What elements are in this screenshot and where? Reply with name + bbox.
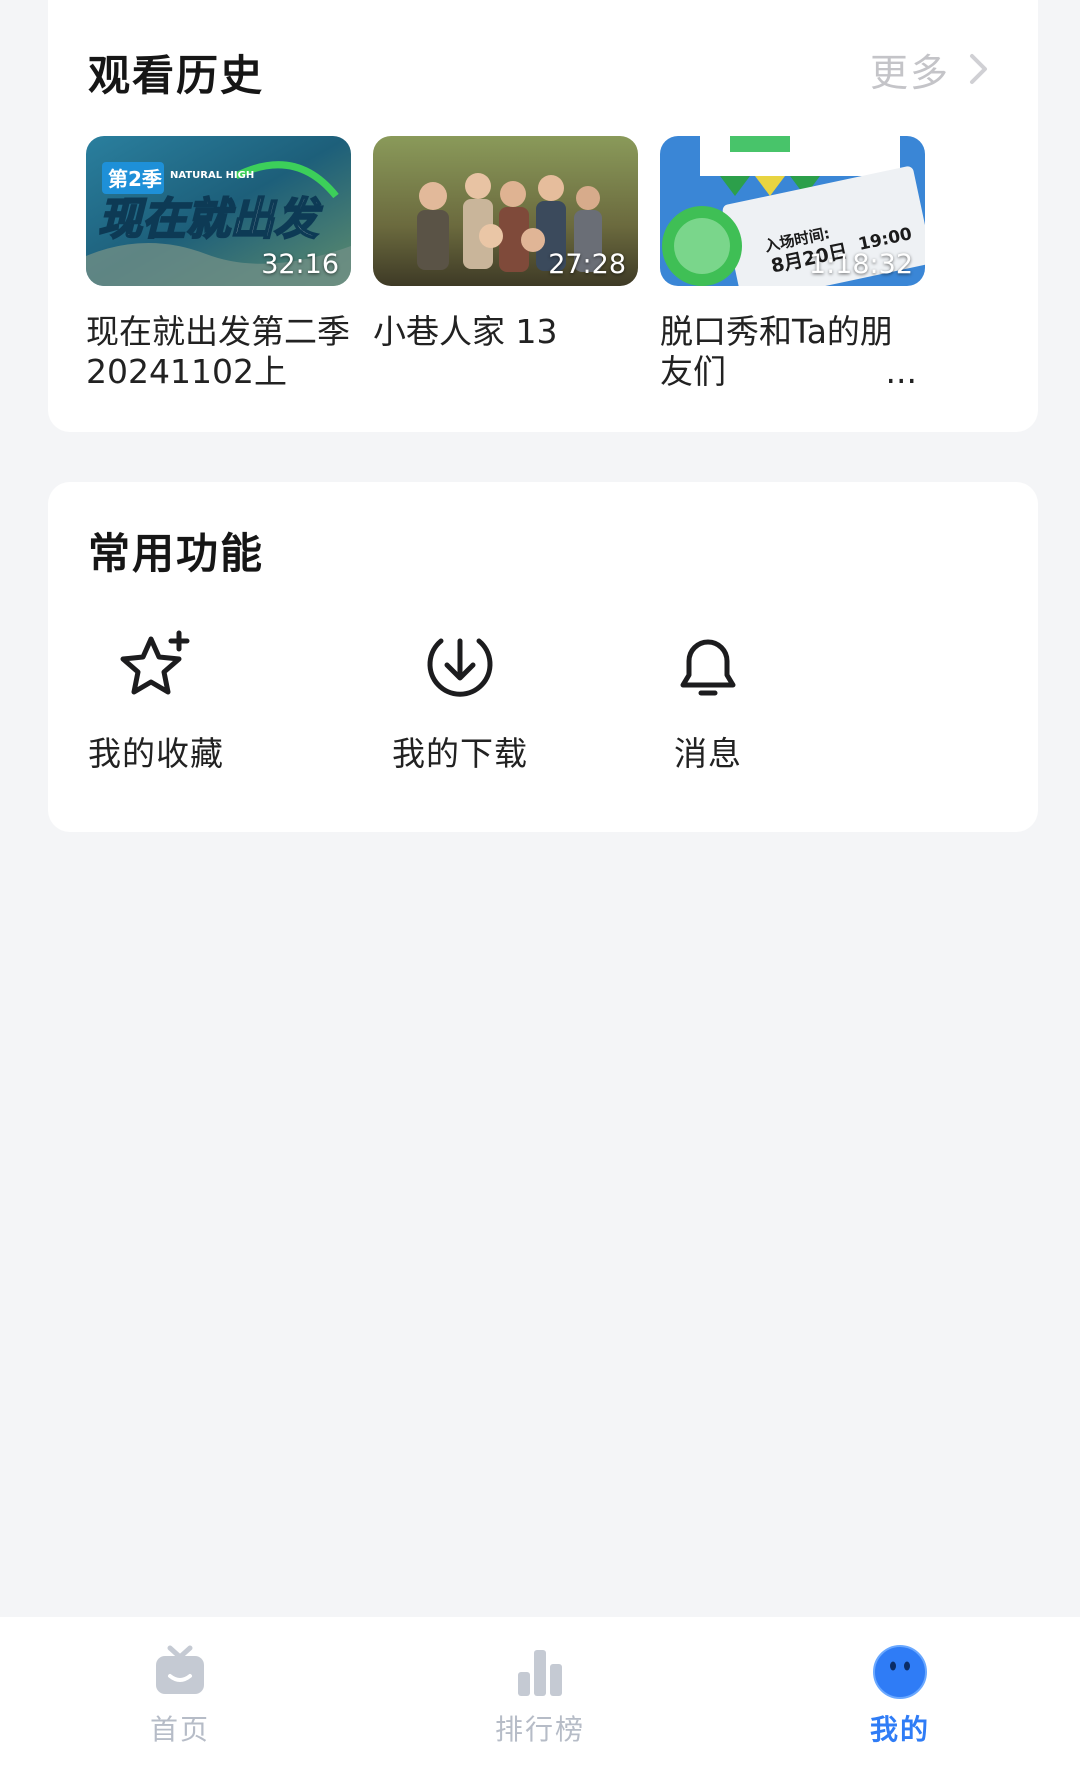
- tab-home-label: 首页: [149, 1713, 210, 1746]
- home-tv-icon: [156, 1645, 204, 1694]
- download-icon: [427, 638, 493, 697]
- messages-label: 消息: [674, 734, 742, 773]
- poster-show-text: 现在就出发: [98, 194, 323, 245]
- history-item[interactable]: 27:28 小巷人家 13: [373, 136, 638, 392]
- messages-button[interactable]: 消息: [584, 627, 832, 775]
- more-label: 更多: [869, 50, 950, 95]
- video-duration: 27:28: [548, 249, 626, 280]
- star-plus-icon: [120, 630, 190, 695]
- video-thumbnail[interactable]: 27:28: [373, 136, 638, 286]
- history-item[interactable]: 入场时间: 8月20日 19:00 1:18:32 脱口秀和Ta的朋友们...: [660, 136, 925, 392]
- chevron-right-icon: [970, 54, 987, 84]
- my-downloads-button[interactable]: 我的下载: [336, 627, 584, 775]
- my-favorites-label: 我的收藏: [88, 734, 224, 773]
- poster-brand-text: NATURAL HIGH: [170, 170, 254, 181]
- tab-mine-label: 我的: [869, 1713, 930, 1746]
- tab-ranking-label: 排行榜: [494, 1713, 585, 1746]
- common-functions-title: 常用功能: [88, 529, 265, 578]
- more-button[interactable]: 更多: [869, 44, 990, 95]
- video-duration: 1:18:32: [808, 249, 913, 280]
- video-duration: 32:16: [261, 249, 339, 280]
- poster-badge-text: 第2季: [108, 167, 162, 191]
- tab-ranking[interactable]: 排行榜: [360, 1617, 720, 1766]
- video-thumbnail[interactable]: 入场时间: 8月20日 19:00 1:18:32: [660, 136, 925, 286]
- profile-face-icon: [873, 1645, 927, 1699]
- history-list: 第2季 NATURAL HIGH 现在就出发 32:16 现在就出发第二季 20…: [86, 136, 925, 392]
- history-item[interactable]: 第2季 NATURAL HIGH 现在就出发 32:16 现在就出发第二季 20…: [86, 136, 351, 392]
- video-title: 小巷人家 13: [373, 312, 558, 351]
- bottom-tab-bar: 首页 排行榜 我的: [0, 1617, 1080, 1766]
- video-title: 现在就出发第二季 20241102上: [86, 312, 350, 391]
- video-title: 脱口秀和Ta的朋友们...: [660, 312, 917, 391]
- watch-history-card: 观看历史 更多 第2季 NATURAL HIGH 现在就出发 32:16 现在就…: [48, 0, 1038, 432]
- video-thumbnail[interactable]: 第2季 NATURAL HIGH 现在就出发 32:16: [86, 136, 351, 286]
- tab-mine[interactable]: 我的: [720, 1617, 1080, 1766]
- title-ellipsis: ...: [885, 352, 917, 391]
- bell-icon: [680, 639, 736, 696]
- common-functions-card: 常用功能 我的收藏 我的下载 消息: [48, 482, 1038, 832]
- watch-history-title: 观看历史: [88, 51, 265, 100]
- my-favorites-button[interactable]: 我的收藏: [88, 627, 224, 775]
- function-grid: 我的收藏 我的下载 消息: [88, 627, 832, 775]
- my-downloads-label: 我的下载: [392, 734, 528, 773]
- tab-home[interactable]: 首页: [0, 1617, 360, 1766]
- ranking-bars-icon: [518, 1650, 562, 1696]
